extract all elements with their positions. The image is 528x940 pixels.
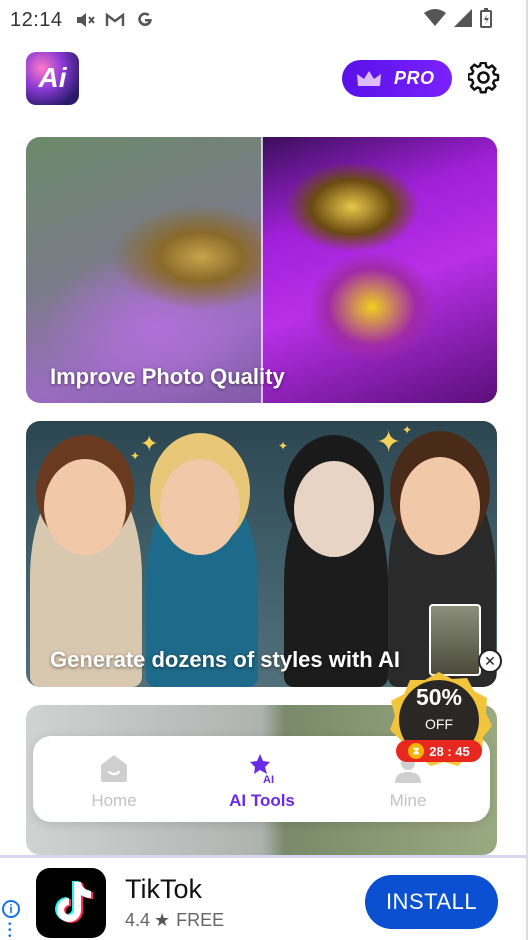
sparkle-icon: ✦ xyxy=(402,423,413,437)
svg-text:AI: AI xyxy=(263,774,274,784)
face-4 xyxy=(400,457,480,555)
battery-icon xyxy=(480,8,492,33)
badge-off-label: OFF xyxy=(425,716,453,732)
gmail-icon xyxy=(103,9,127,31)
sparkle-icon: ✦ xyxy=(140,431,159,456)
status-right xyxy=(424,8,492,33)
pro-button[interactable]: PRO xyxy=(342,60,452,97)
nav-home-label: Home xyxy=(91,791,137,810)
app-logo: Ai xyxy=(26,52,79,105)
enhanced-photo-half xyxy=(262,137,497,403)
gear-icon xyxy=(467,61,500,94)
badge-percent: 50% xyxy=(415,684,463,710)
home-icon xyxy=(101,755,127,782)
ad-meta: 4.4 ★ FREE xyxy=(125,910,224,931)
generate-styles-card[interactable]: ✦ ✦ ✦ ✦ ✦ Generate dozens of styles with… xyxy=(26,421,497,687)
ad-options-icon[interactable]: • • • xyxy=(8,920,12,940)
tiktok-note-icon xyxy=(55,881,93,923)
face-1 xyxy=(44,459,126,555)
face-3 xyxy=(294,461,374,557)
sample-thumbnail xyxy=(429,604,481,676)
nav-home[interactable]: Home xyxy=(39,736,189,822)
star-icon: ★ xyxy=(154,910,171,930)
google-icon xyxy=(133,9,157,31)
nav-mine-label: Mine xyxy=(389,791,427,810)
sparkle-icon: ✦ xyxy=(130,449,141,463)
nav-ai-tools[interactable]: AI AI Tools xyxy=(187,736,337,822)
discount-badge[interactable]: 50% OFF ⧗ 28 : 45 xyxy=(386,670,492,780)
timer-text: 28 : 45 xyxy=(429,743,470,759)
ad-banner[interactable]: i • • • TikTok 4.4 ★ FREE INSTALL xyxy=(0,855,528,940)
crown-icon xyxy=(357,70,381,86)
ad-price: FREE xyxy=(176,910,225,930)
wifi-icon xyxy=(424,9,446,32)
ad-rating: 4.4 xyxy=(125,910,151,930)
tiktok-logo xyxy=(36,868,106,938)
settings-button[interactable] xyxy=(467,61,500,94)
ai-tools-icon: AI xyxy=(250,754,274,784)
status-time: 12:14 xyxy=(10,8,63,31)
hourglass-icon: ⧗ xyxy=(408,743,425,759)
improve-photo-quality-card[interactable]: Improve Photo Quality xyxy=(26,137,497,403)
sparkle-icon: ✦ xyxy=(376,426,402,459)
ad-app-name: TikTok xyxy=(125,874,203,904)
card-title: Improve Photo Quality xyxy=(50,364,285,389)
nav-ai-tools-label: AI Tools xyxy=(229,791,295,810)
face-2 xyxy=(160,459,240,555)
signal-icon xyxy=(454,9,472,32)
sparkle-icon: ✦ xyxy=(278,439,289,453)
close-icon: ✕ xyxy=(484,652,496,669)
pro-label: PRO xyxy=(394,68,435,88)
app-logo-text: Ai xyxy=(38,62,67,93)
card-title: Generate dozens of styles with AI xyxy=(50,647,401,672)
ad-info-icon[interactable]: i xyxy=(2,900,20,918)
install-button[interactable]: INSTALL xyxy=(365,875,498,929)
status-bar: 12:14 xyxy=(0,0,528,40)
countdown-timer: ⧗ 28 : 45 xyxy=(396,740,482,762)
badge-close-button[interactable]: ✕ xyxy=(478,649,502,673)
volume-off-icon xyxy=(73,9,97,31)
